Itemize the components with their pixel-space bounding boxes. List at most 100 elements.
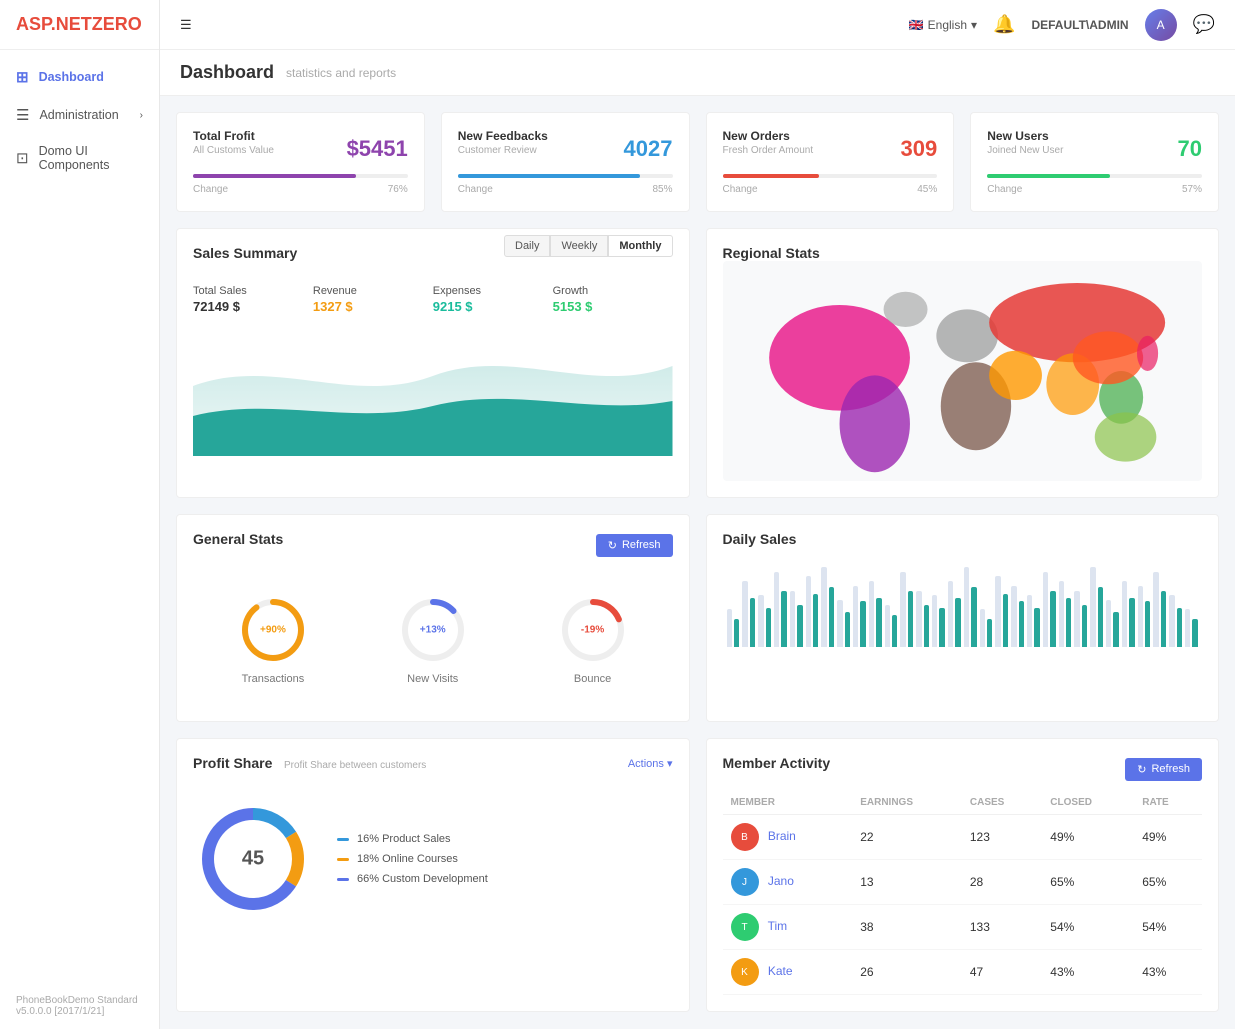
bar (781, 591, 786, 647)
page-header: Dashboard statistics and reports (160, 50, 1235, 96)
donut-stats: +90% Transactions +13% (193, 575, 673, 705)
dashboard-icon: ⊞ (16, 68, 29, 86)
bar (892, 615, 897, 647)
general-stats-card: General Stats ↻ Refresh (176, 514, 690, 722)
bar (1019, 601, 1024, 647)
footer-text: PhoneBookDemo Standard (16, 995, 143, 1006)
donut-ring-bounce: -19% (558, 595, 628, 665)
member-table: MEMBER Earnings CASES CLOSED RATE B Brai… (723, 791, 1203, 995)
bar (727, 609, 732, 647)
sales-tabs: Daily Weekly Monthly (504, 235, 673, 257)
donut-ring-newvisits: +13% (398, 595, 468, 665)
change-row: Change 45% (723, 184, 938, 195)
bar (758, 595, 763, 647)
earnings-cell: 26 (852, 950, 962, 995)
profit-legend: 16% Product Sales 18% Online Courses 66%… (337, 833, 488, 885)
sidebar: ASP.NETZERO ⊞ Dashboard ☰ Administration… (0, 0, 160, 1029)
bar (900, 572, 905, 647)
bar (1011, 586, 1016, 647)
member-name-link[interactable]: Brain (768, 829, 796, 843)
page-subtitle: statistics and reports (286, 66, 396, 80)
bar (1145, 601, 1150, 647)
world-map (723, 261, 1203, 481)
refresh-button[interactable]: ↻ Refresh (596, 534, 673, 557)
metric-label: Expenses (433, 285, 553, 297)
cases-cell: 133 (962, 905, 1042, 950)
bar-group (916, 591, 929, 647)
sales-chart (193, 326, 673, 456)
bar (797, 605, 802, 647)
progress-bar (458, 174, 673, 178)
bar (742, 581, 747, 647)
change-pct: 45% (917, 184, 937, 195)
actions-dropdown[interactable]: Actions ▾ (628, 757, 673, 770)
bar-group (742, 581, 755, 647)
main-row-3: Profit Share Profit Share between custom… (176, 738, 1219, 1012)
member-cell: T Tim (723, 905, 853, 950)
dashboard-grid: Total Frofit All Customs Value $5451 Cha… (160, 96, 1235, 1028)
rate-cell: 49% (1134, 815, 1202, 860)
metric-label: Revenue (313, 285, 433, 297)
stat-value: $5451 (347, 136, 408, 162)
stat-card-total-profit: Total Frofit All Customs Value $5451 Cha… (176, 112, 425, 212)
bar-group (1074, 591, 1087, 647)
bar (995, 576, 1000, 647)
change-row: Change 57% (987, 184, 1202, 195)
progress-bar (723, 174, 938, 178)
metric-value: 9215 $ (433, 299, 473, 314)
bar (1059, 581, 1064, 647)
member-name-link[interactable]: Tim (768, 919, 788, 933)
tab-daily[interactable]: Daily (504, 235, 550, 257)
col-cases: CASES (962, 791, 1042, 815)
member-activity-title: Member Activity (723, 755, 831, 771)
chat-icon[interactable]: 💬 (1193, 14, 1215, 35)
bar-group (1059, 581, 1072, 647)
hamburger-btn[interactable]: ☰ (180, 17, 192, 33)
profit-share-subtitle: Profit Share between customers (284, 760, 426, 771)
language-label: English (928, 18, 967, 32)
member-refresh-button[interactable]: ↻ Refresh (1125, 758, 1202, 781)
bar-group (758, 595, 771, 647)
bar-group (964, 567, 977, 647)
donut-center-value: 45 (242, 848, 264, 871)
bar (964, 567, 969, 647)
regional-stats-title: Regional Stats (723, 245, 820, 261)
sidebar-item-domo[interactable]: ⊡ Domo UI Components (0, 134, 159, 182)
bar-group (885, 605, 898, 647)
avatar[interactable]: A (1145, 9, 1177, 41)
notification-bell[interactable]: 🔔 (993, 14, 1015, 35)
member-name-link[interactable]: Kate (768, 964, 793, 978)
main-row-1: Sales Summary Daily Weekly Monthly Total… (176, 228, 1219, 498)
profit-share-card: Profit Share Profit Share between custom… (176, 738, 690, 1012)
sidebar-item-dashboard[interactable]: ⊞ Dashboard (0, 58, 159, 96)
daily-sales-title: Daily Sales (723, 531, 797, 547)
bar (939, 608, 944, 647)
member-name-link[interactable]: Jano (768, 874, 794, 888)
refresh-icon: ↻ (608, 539, 617, 552)
bar-group (1090, 567, 1103, 647)
tab-monthly[interactable]: Monthly (608, 235, 672, 257)
logo-text-net: NET (56, 14, 92, 34)
bar (1034, 608, 1039, 647)
language-selector[interactable]: 🇬🇧 English ▾ (909, 18, 977, 32)
profit-share-title: Profit Share (193, 755, 272, 771)
bar (1177, 608, 1182, 647)
regional-stats-card: Regional Stats (706, 228, 1220, 498)
progress-bar (193, 174, 408, 178)
closed-cell: 54% (1042, 905, 1134, 950)
main-row-2: General Stats ↻ Refresh (176, 514, 1219, 722)
bar-group (1043, 572, 1056, 647)
bar (932, 595, 937, 647)
tab-weekly[interactable]: Weekly (550, 235, 608, 257)
bar (750, 598, 755, 647)
donut-newvisits: +13% New Visits (398, 595, 468, 685)
closed-cell: 49% (1042, 815, 1134, 860)
bar (806, 576, 811, 647)
bar (1122, 581, 1127, 647)
page-title: Dashboard (180, 62, 274, 83)
bar (837, 600, 842, 647)
metric-total-sales: Total Sales 72149 $ (193, 285, 313, 314)
logo-text-zero: ZERO (92, 14, 142, 34)
sidebar-item-administration[interactable]: ☰ Administration › (0, 96, 159, 134)
bar (1169, 595, 1174, 647)
